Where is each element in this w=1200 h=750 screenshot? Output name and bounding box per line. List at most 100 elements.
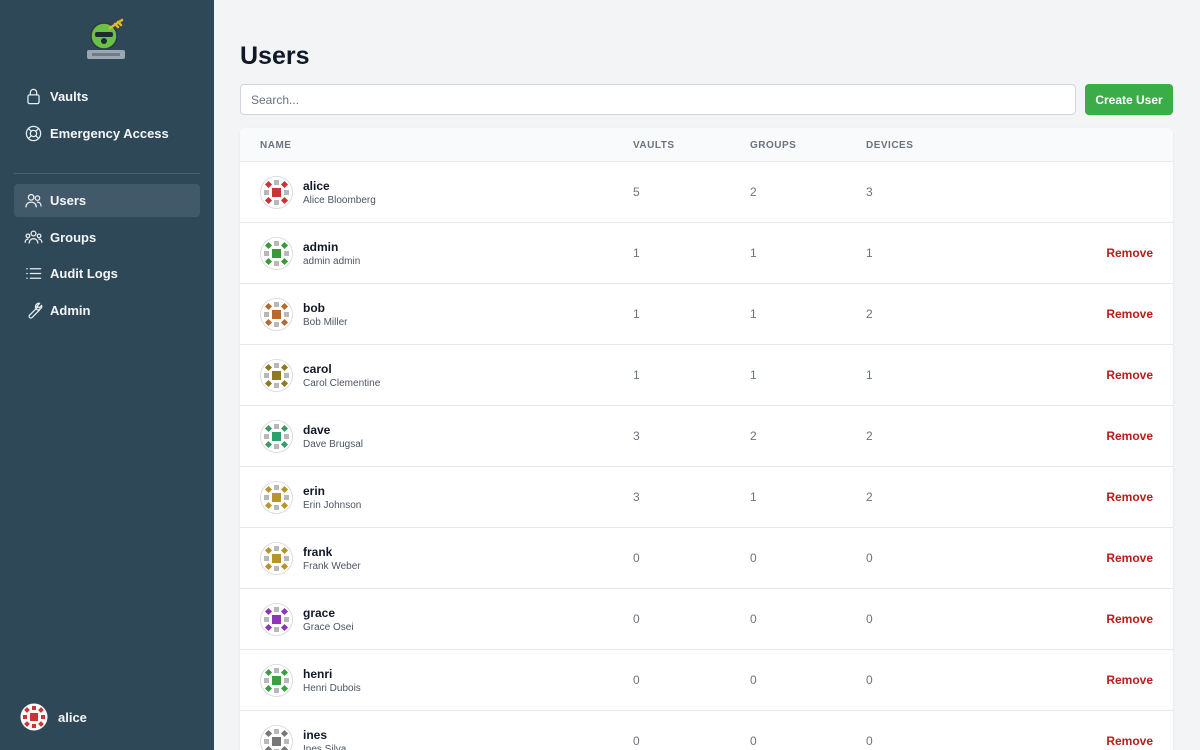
groups-count: 1 (750, 368, 757, 382)
devices-count: 2 (866, 490, 873, 504)
avatar (20, 703, 48, 731)
search-input[interactable] (240, 84, 1076, 115)
sidebar-item-admin[interactable]: Admin (14, 294, 200, 327)
remove-button[interactable]: Remove (1106, 429, 1153, 443)
devices-count: 2 (866, 307, 873, 321)
groups-count: 2 (750, 185, 757, 199)
sidebar: Vaults Emergency Access Users Groups Aud… (0, 0, 214, 750)
sidebar-item-label: Admin (50, 303, 91, 318)
table-row: henri Henri Dubois 0 0 0 Remove (240, 650, 1173, 711)
vaults-count: 3 (633, 429, 640, 443)
remove-button[interactable]: Remove (1106, 551, 1153, 565)
sidebar-item-users[interactable]: Users (14, 184, 200, 217)
sidebar-item-label: Groups (50, 230, 97, 245)
avatar (260, 542, 293, 575)
devices-count: 2 (866, 429, 873, 443)
devices-count: 1 (866, 246, 873, 260)
table-header: NAME VAULTS GROUPS DEVICES (240, 128, 1173, 162)
remove-button[interactable]: Remove (1106, 368, 1153, 382)
sidebar-divider (14, 173, 200, 174)
username: bob (303, 301, 325, 315)
table-row: ines Ines Silva 0 0 0 Remove (240, 711, 1173, 750)
remove-button[interactable]: Remove (1106, 612, 1153, 626)
username: admin (303, 240, 339, 254)
username: alice (303, 179, 330, 193)
full-name: Erin Johnson (303, 500, 362, 511)
devices-count: 0 (866, 734, 873, 748)
devices-count: 3 (866, 185, 873, 199)
avatar (260, 420, 293, 453)
table-row: admin admin admin 1 1 1 Remove (240, 223, 1173, 284)
sidebar-item-label: Audit Logs (50, 266, 118, 281)
username: dave (303, 423, 331, 437)
remove-button[interactable]: Remove (1106, 490, 1153, 504)
vaults-count: 1 (633, 307, 640, 321)
column-header-groups: GROUPS (750, 140, 797, 151)
sidebar-item-emergency-access[interactable]: Emergency Access (14, 117, 200, 150)
avatar (260, 664, 293, 697)
sidebar-item-label: Users (50, 193, 87, 208)
avatar (260, 176, 293, 209)
column-header-vaults: VAULTS (633, 140, 675, 151)
remove-button[interactable]: Remove (1106, 734, 1153, 748)
groups-count: 1 (750, 246, 757, 260)
table-row: grace Grace Osei 0 0 0 Remove (240, 589, 1173, 650)
vaults-count: 5 (633, 185, 640, 199)
username: ines (303, 728, 328, 742)
column-header-name: NAME (260, 140, 292, 151)
full-name: Grace Osei (303, 622, 354, 633)
create-user-button[interactable]: Create User (1085, 84, 1173, 115)
avatar (260, 725, 293, 750)
avatar (260, 603, 293, 636)
sidebar-item-label: Vaults (50, 89, 89, 104)
groups-count: 1 (750, 490, 757, 504)
full-name: Alice Bloomberg (303, 195, 376, 206)
groups-count: 0 (750, 612, 757, 626)
table-row: dave Dave Brugsal 3 2 2 Remove (240, 406, 1173, 467)
groups-icon (14, 228, 50, 247)
list-icon (14, 264, 50, 283)
table-row: bob Bob Miller 1 1 2 Remove (240, 284, 1173, 345)
main-content: Users Create User NAME VAULTS GROUPS DEV… (214, 0, 1200, 750)
devices-count: 0 (866, 551, 873, 565)
username: grace (303, 606, 336, 620)
sidebar-item-groups[interactable]: Groups (14, 221, 200, 254)
table-row: alice Alice Bloomberg 5 2 3 (240, 162, 1173, 223)
remove-button[interactable]: Remove (1106, 246, 1153, 260)
sidebar-item-vaults[interactable]: Vaults (14, 80, 200, 113)
table-body: alice Alice Bloomberg 5 2 3 admin admin admin 1… (240, 162, 1173, 750)
groups-count: 0 (750, 673, 757, 687)
full-name: Henri Dubois (303, 683, 361, 694)
full-name: Dave Brugsal (303, 439, 364, 450)
user-profile[interactable]: alice (20, 703, 87, 731)
devices-count: 0 (866, 673, 873, 687)
vaults-count: 0 (633, 612, 640, 626)
column-header-devices: DEVICES (866, 140, 914, 151)
vaults-count: 0 (633, 551, 640, 565)
groups-count: 2 (750, 429, 757, 443)
sidebar-item-audit-logs[interactable]: Audit Logs (14, 257, 200, 290)
avatar (260, 359, 293, 392)
devices-count: 1 (866, 368, 873, 382)
remove-button[interactable]: Remove (1106, 307, 1153, 321)
vaults-count: 0 (633, 734, 640, 748)
app-logo-icon (87, 18, 125, 59)
full-name: Carol Clementine (303, 378, 381, 389)
username: erin (303, 484, 326, 498)
wrench-icon (14, 301, 50, 320)
table-row: erin Erin Johnson 3 1 2 Remove (240, 467, 1173, 528)
groups-count: 0 (750, 734, 757, 748)
page-title: Users (240, 42, 310, 70)
username: frank (303, 545, 333, 559)
avatar (260, 298, 293, 331)
username: carol (303, 362, 332, 376)
profile-name: alice (58, 709, 87, 725)
table-row: carol Carol Clementine 1 1 1 Remove (240, 345, 1173, 406)
avatar (260, 237, 293, 270)
remove-button[interactable]: Remove (1106, 673, 1153, 687)
table-row: frank Frank Weber 0 0 0 Remove (240, 528, 1173, 589)
vaults-count: 1 (633, 368, 640, 382)
lifebuoy-icon (14, 124, 50, 143)
full-name: Frank Weber (303, 561, 361, 572)
avatar (260, 481, 293, 514)
